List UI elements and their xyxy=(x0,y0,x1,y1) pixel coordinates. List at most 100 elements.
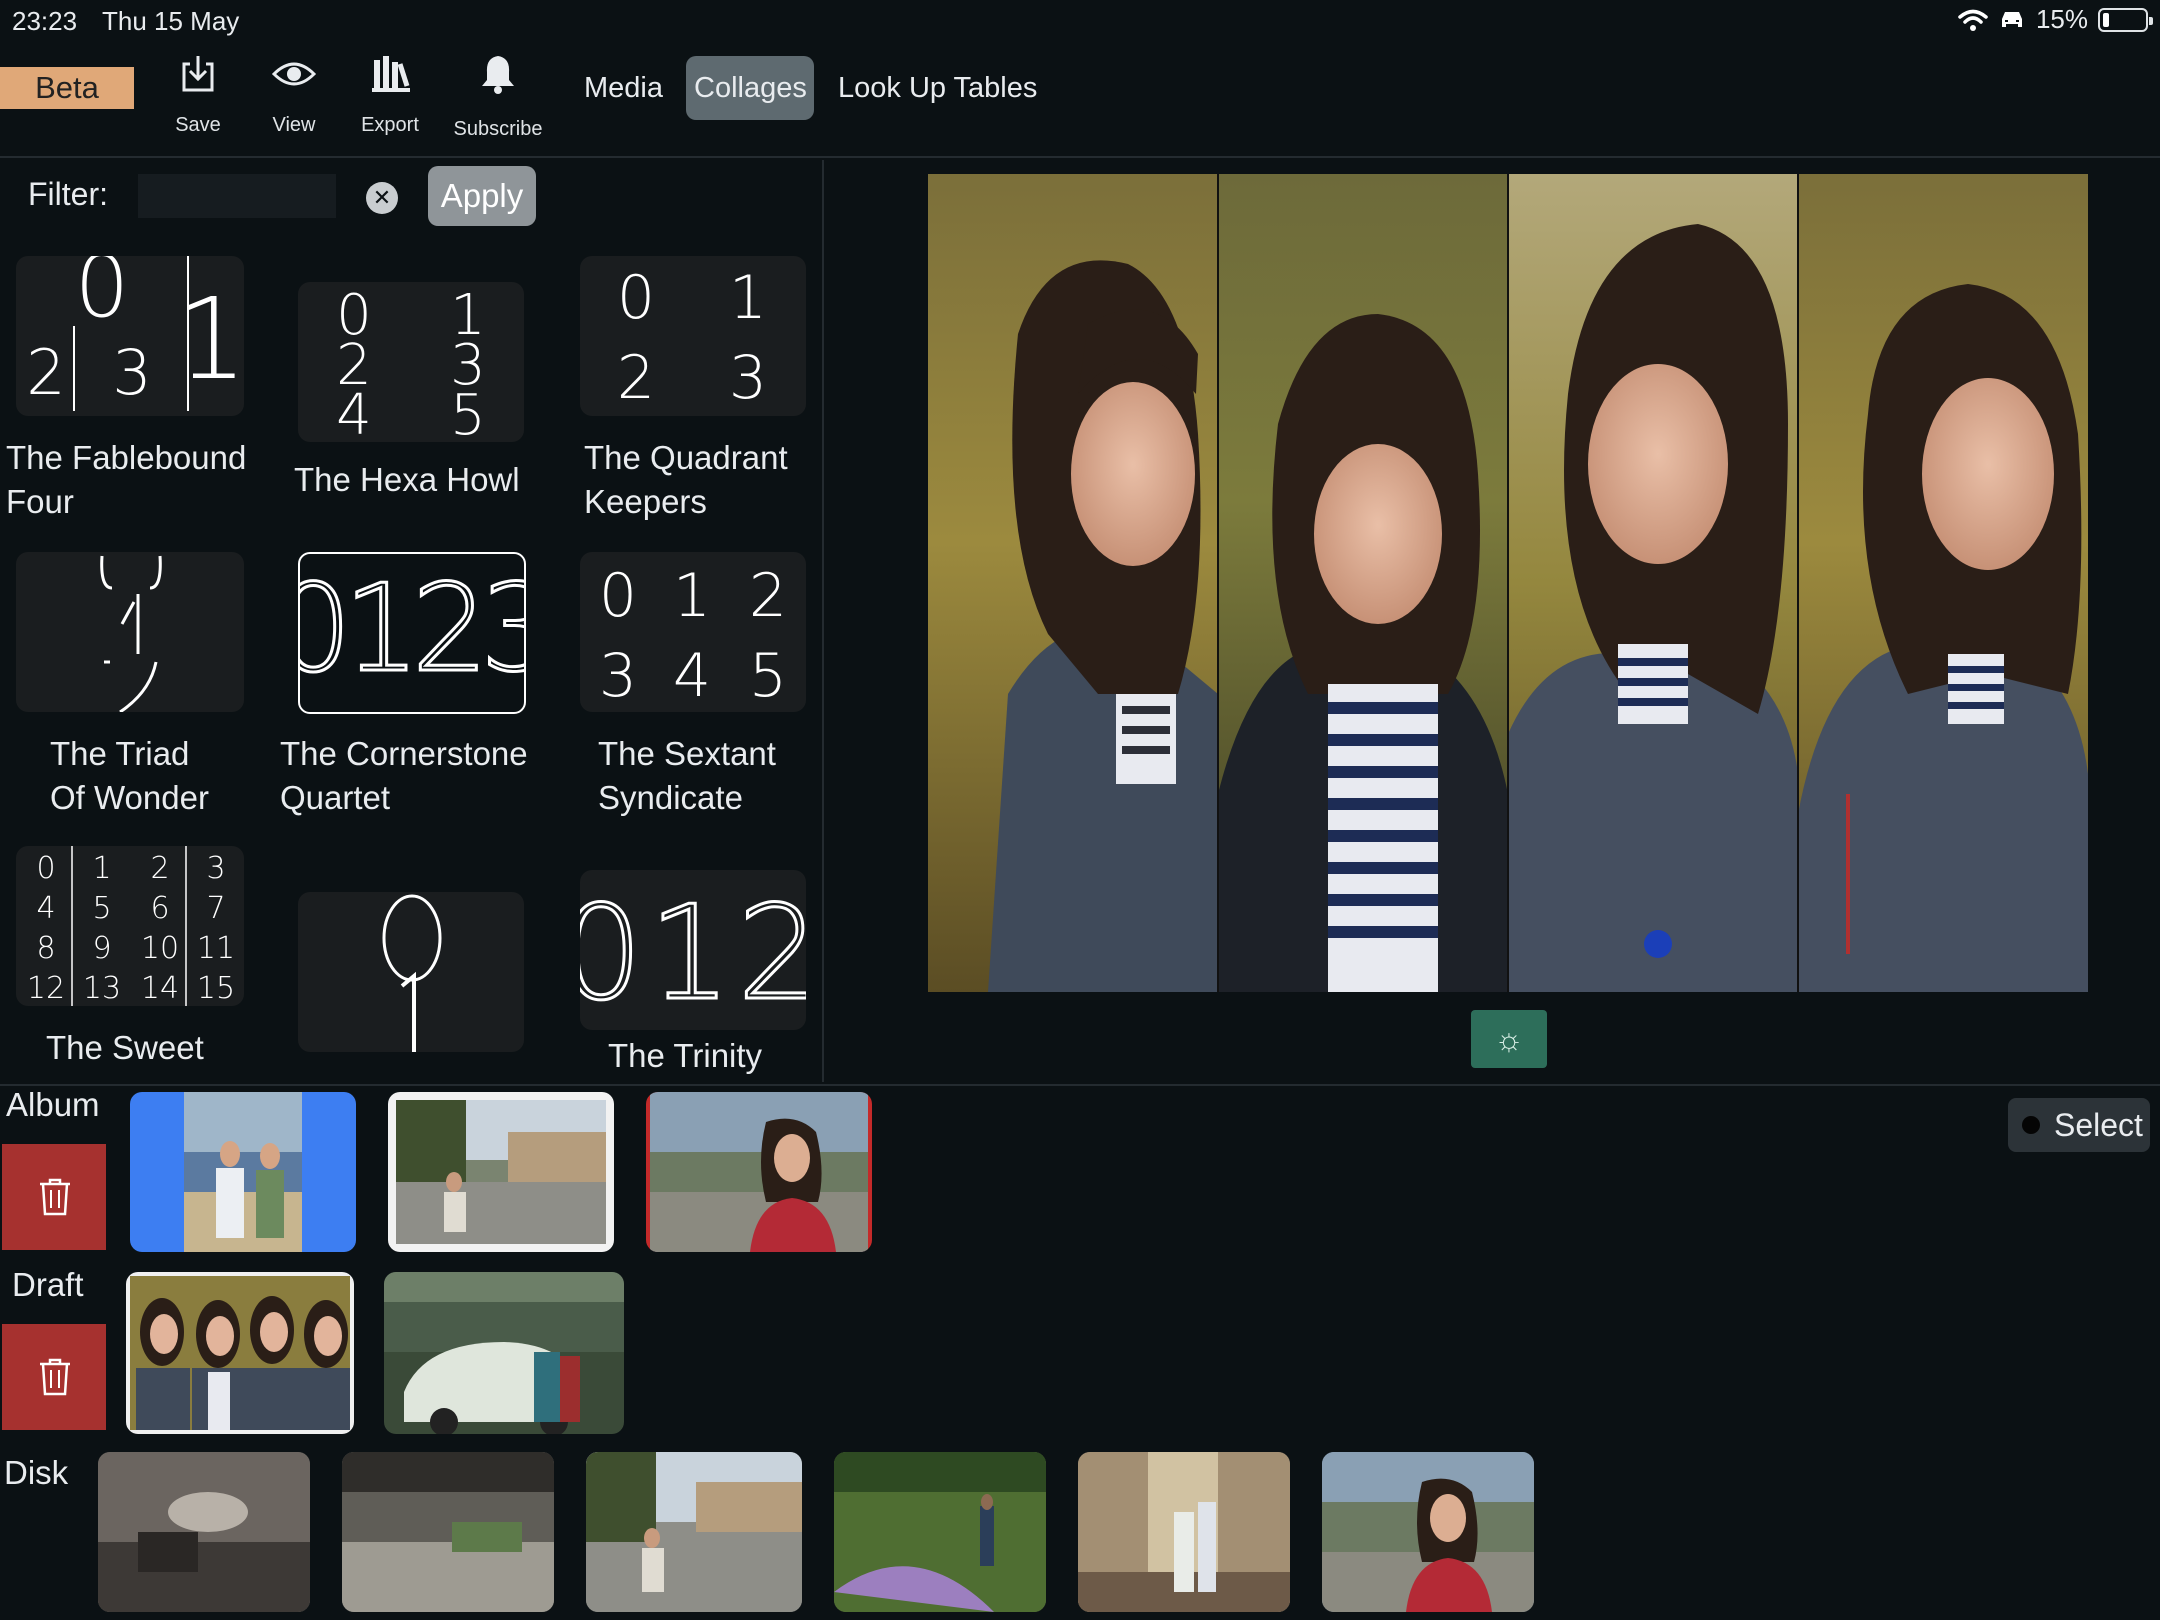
svg-text:3: 3 xyxy=(729,343,767,413)
disk-item[interactable] xyxy=(98,1452,310,1612)
template-name-line2: Four xyxy=(6,483,74,520)
status-bar: 23:23 Thu 15 May 15% xyxy=(0,0,2160,40)
template-name-line2: Syndicate xyxy=(598,779,743,816)
subscribe-label: Subscribe xyxy=(453,118,543,140)
template-name-line1: The Hexa Howl xyxy=(294,461,520,498)
svg-text:0: 0 xyxy=(617,263,655,333)
subscribe-button[interactable]: Subscribe xyxy=(448,52,548,140)
svg-text:2: 2 xyxy=(749,561,787,631)
beta-badge[interactable]: Beta xyxy=(0,67,134,109)
select-label: Select xyxy=(2054,1107,2143,1143)
save-label: Save xyxy=(175,114,221,136)
export-icon xyxy=(340,52,440,104)
select-button[interactable]: Select xyxy=(2008,1098,2150,1152)
view-button[interactable]: View xyxy=(244,52,344,137)
disk-item[interactable] xyxy=(834,1452,1046,1612)
svg-text:9: 9 xyxy=(92,931,111,966)
album-item[interactable] xyxy=(646,1092,872,1252)
filter-label: Filter: xyxy=(28,176,108,212)
svg-text:5: 5 xyxy=(92,891,111,926)
svg-text:6: 6 xyxy=(150,891,169,926)
svg-text:13: 13 xyxy=(83,971,121,1006)
svg-text:3: 3 xyxy=(112,336,151,409)
battery-percent: 15% xyxy=(2035,4,2088,34)
svg-text:7: 7 xyxy=(206,891,225,926)
export-label: Export xyxy=(361,114,419,136)
select-dot-icon xyxy=(2022,1116,2040,1134)
save-button[interactable]: Save xyxy=(148,52,248,137)
sun-icon: ☼ xyxy=(1494,1021,1524,1057)
svg-text:3: 3 xyxy=(599,641,637,711)
template-thumbnail: 0123 4567 8 9 10 11 12 13 14 15 xyxy=(16,846,244,1006)
disk-item[interactable] xyxy=(1078,1452,1290,1612)
album-item[interactable] xyxy=(388,1092,614,1252)
filter-input[interactable] xyxy=(138,174,336,218)
album-trash-button[interactable] xyxy=(2,1144,106,1250)
disk-item[interactable] xyxy=(1322,1452,1534,1612)
battery-icon xyxy=(2098,7,2153,32)
tab-look-up-tables[interactable]: Look Up Tables xyxy=(830,56,1045,120)
template-name-line1: The Trinity xyxy=(608,1037,763,1074)
svg-text:10: 10 xyxy=(141,931,179,966)
template-name: The Hexa Howl xyxy=(294,458,554,502)
template-name: The Trinity xyxy=(608,1034,822,1078)
template-name-line1: The Sextant xyxy=(598,735,776,772)
export-button[interactable]: Export xyxy=(340,52,440,137)
collage-preview[interactable] xyxy=(928,174,2088,992)
template-thumbnail: 01 23 45 xyxy=(298,282,524,442)
template-name-line1: The Fablebound xyxy=(6,439,247,476)
eye-icon xyxy=(244,52,344,104)
svg-text:12: 12 xyxy=(27,971,65,1006)
template-thumbnail: 0 1 2 3 xyxy=(580,256,806,416)
draft-trash-button[interactable] xyxy=(2,1324,106,1430)
svg-text:2: 2 xyxy=(150,851,169,886)
status-right: 15% xyxy=(1958,4,2153,35)
svg-text:14: 14 xyxy=(141,971,179,1006)
svg-text:1: 1 xyxy=(673,561,711,631)
svg-text:4: 4 xyxy=(673,641,711,711)
template-name: The Quadrant Keepers xyxy=(584,436,822,524)
status-date: Thu 15 May xyxy=(102,6,240,36)
template-name-line2: Of Wonder xyxy=(50,779,209,816)
disk-item[interactable] xyxy=(342,1452,554,1612)
svg-text:2: 2 xyxy=(26,336,65,409)
wifi-icon xyxy=(1958,9,1988,31)
template-thumbnail xyxy=(298,892,524,1052)
svg-text:4: 4 xyxy=(336,383,372,442)
media-browser: Album Select Draft Disk xyxy=(0,1084,2160,1620)
disk-item[interactable] xyxy=(586,1452,802,1612)
svg-text:5: 5 xyxy=(749,641,787,711)
tab-collages[interactable]: Collages xyxy=(686,56,814,120)
draft-label: Draft xyxy=(12,1266,84,1303)
svg-text:0: 0 xyxy=(599,561,637,631)
template-thumbnail: 0123 xyxy=(298,552,526,714)
draft-item[interactable] xyxy=(126,1272,354,1434)
svg-text:1: 1 xyxy=(92,851,111,886)
app-window: 23:23 Thu 15 May 15% Beta Save View Expo… xyxy=(0,0,2160,1620)
tab-media[interactable]: Media xyxy=(576,56,671,120)
draft-item[interactable] xyxy=(384,1272,624,1434)
cornerstone-digits: 0123 xyxy=(300,560,524,699)
template-name: The Sweet xyxy=(46,1026,286,1070)
svg-text:1: 1 xyxy=(729,263,767,333)
sun-button[interactable]: ☼ xyxy=(1471,1010,1547,1068)
toolbar: Beta Save View Export Subscribe Media Co… xyxy=(0,40,2160,158)
template-name: The Cornerstone Quartet xyxy=(280,732,560,820)
clear-filter-icon[interactable]: ✕ xyxy=(366,182,398,214)
car-icon xyxy=(2001,11,2022,27)
template-name: The Sextant Syndicate xyxy=(598,732,822,820)
album-item[interactable] xyxy=(130,1092,356,1252)
template-name-line2: Quartet xyxy=(280,779,391,816)
template-name: The Fablebound Four xyxy=(6,436,266,524)
trash-icon xyxy=(40,1178,70,1216)
trash-icon xyxy=(40,1358,70,1396)
album-label: Album xyxy=(6,1086,100,1123)
save-icon xyxy=(148,52,248,104)
svg-text:8: 8 xyxy=(36,931,55,966)
svg-text:11: 11 xyxy=(197,931,235,966)
bell-icon xyxy=(448,52,548,104)
apply-button[interactable]: Apply xyxy=(428,166,536,226)
svg-text:4: 4 xyxy=(36,891,55,926)
template-thumbnail: 012 345 xyxy=(580,552,806,712)
template-name: The Triad Of Wonder xyxy=(50,732,290,820)
